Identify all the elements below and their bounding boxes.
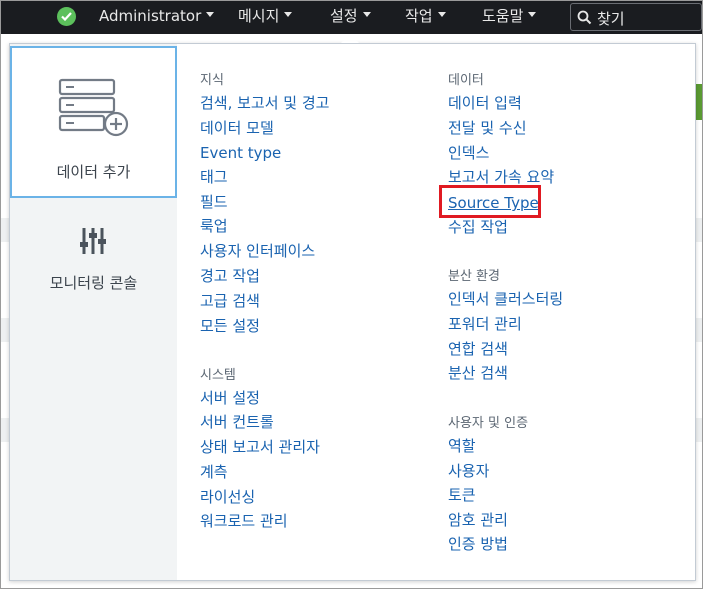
- background-row: [695, 218, 702, 242]
- menu-link-searches-reports-alerts[interactable]: 검색, 보고서 및 경고: [200, 93, 329, 113]
- user-menu[interactable]: Administrator: [99, 1, 215, 34]
- menu-link-alert-actions[interactable]: 경고 작업: [200, 266, 260, 286]
- help-menu-label: 도움말: [482, 7, 524, 25]
- dropdown-pointer: [341, 34, 359, 43]
- background-action-button: [695, 84, 702, 120]
- chevron-down-icon: [206, 12, 215, 17]
- user-menu-label: Administrator: [99, 7, 202, 25]
- menu-link-user-interface[interactable]: 사용자 인터페이스: [200, 241, 315, 261]
- menu-link-all-configurations[interactable]: 모든 설정: [200, 316, 260, 336]
- menu-link-health-report-manager[interactable]: 상태 보고서 관리자: [200, 437, 320, 457]
- menu-link-password-management[interactable]: 암호 관리: [448, 510, 508, 530]
- menu-link-licensing[interactable]: 라이선싱: [200, 487, 255, 507]
- monitoring-console-tile[interactable]: 모니터링 콘솔: [10, 208, 177, 308]
- menu-link-forwarder-management[interactable]: 포워더 관리: [448, 314, 522, 334]
- menu-link-report-acceleration[interactable]: 보고서 가속 요약: [448, 167, 554, 187]
- monitoring-console-label: 모니터링 콘솔: [49, 274, 138, 292]
- menu-link-event-types[interactable]: Event type: [200, 143, 281, 163]
- activity-menu-label: 작업: [405, 7, 433, 25]
- background-row: [695, 418, 702, 442]
- sliders-icon: [80, 228, 106, 254]
- menu-link-users[interactable]: 사용자: [448, 461, 489, 481]
- menu-link-forwarding-receiving[interactable]: 전달 및 수신: [448, 118, 527, 138]
- menu-link-source-types[interactable]: Source Type: [448, 193, 539, 213]
- search-label: 찾기: [597, 10, 625, 28]
- help-menu[interactable]: 도움말: [482, 1, 537, 34]
- chevron-down-icon: [362, 12, 371, 17]
- menu-link-authentication-methods[interactable]: 인증 방법: [448, 534, 508, 554]
- system-heading: 시스템: [200, 368, 236, 383]
- menu-link-ingest-actions[interactable]: 수집 작업: [448, 217, 508, 237]
- check-circle-icon: [57, 7, 76, 26]
- menu-link-data-models[interactable]: 데이터 모델: [200, 118, 274, 138]
- data-heading: 데이터: [448, 73, 484, 88]
- chevron-down-icon: [528, 12, 537, 17]
- users-auth-heading: 사용자 및 인증: [448, 416, 529, 431]
- settings-dropdown-panel: 데이터 추가 모니터링 콘솔 지식 검색, 보고서 및 경고 데이터 모델 Ev…: [9, 43, 696, 581]
- top-nav-bar: Administrator 메시지 설정 작업 도움말 찾기: [1, 1, 702, 34]
- distributed-heading: 분산 환경: [448, 269, 500, 284]
- knowledge-heading: 지식: [200, 73, 224, 88]
- menu-link-data-inputs[interactable]: 데이터 입력: [448, 93, 522, 113]
- menu-link-indexes[interactable]: 인덱스: [448, 143, 489, 163]
- menu-link-fields[interactable]: 필드: [200, 192, 228, 212]
- menu-link-tags[interactable]: 태그: [200, 167, 228, 187]
- menu-link-distributed-search[interactable]: 분산 검색: [448, 363, 508, 383]
- menu-link-federated-search[interactable]: 연합 검색: [448, 339, 508, 359]
- messages-menu-label: 메시지: [238, 7, 280, 25]
- messages-menu[interactable]: 메시지: [238, 1, 293, 34]
- menu-link-tokens[interactable]: 토큰: [448, 485, 476, 505]
- menu-link-roles[interactable]: 역할: [448, 436, 476, 456]
- activity-menu[interactable]: 작업: [405, 1, 446, 34]
- menu-link-server-settings[interactable]: 서버 설정: [200, 388, 260, 408]
- menu-link-indexer-clustering[interactable]: 인덱서 클러스터링: [448, 289, 563, 309]
- menu-link-advanced-search[interactable]: 고급 검색: [200, 291, 260, 311]
- settings-menu[interactable]: 설정: [330, 1, 371, 34]
- panel-sidebar: 데이터 추가 모니터링 콘솔: [10, 44, 177, 580]
- server-stack-plus-icon: [58, 78, 129, 137]
- menu-link-lookups[interactable]: 룩업: [200, 216, 228, 236]
- add-data-tile[interactable]: 데이터 추가: [10, 46, 177, 198]
- background-row: [695, 318, 702, 342]
- chevron-down-icon: [437, 12, 446, 17]
- settings-menu-label: 설정: [330, 7, 358, 25]
- find-search-box[interactable]: 찾기: [570, 3, 702, 31]
- menu-link-instrumentation[interactable]: 계측: [200, 462, 228, 482]
- magnifier-icon: [577, 10, 592, 25]
- menu-link-workload-management[interactable]: 워크로드 관리: [200, 511, 288, 531]
- menu-link-server-controls[interactable]: 서버 컨트롤: [200, 412, 274, 432]
- chevron-down-icon: [284, 12, 293, 17]
- add-data-label: 데이터 추가: [56, 163, 131, 181]
